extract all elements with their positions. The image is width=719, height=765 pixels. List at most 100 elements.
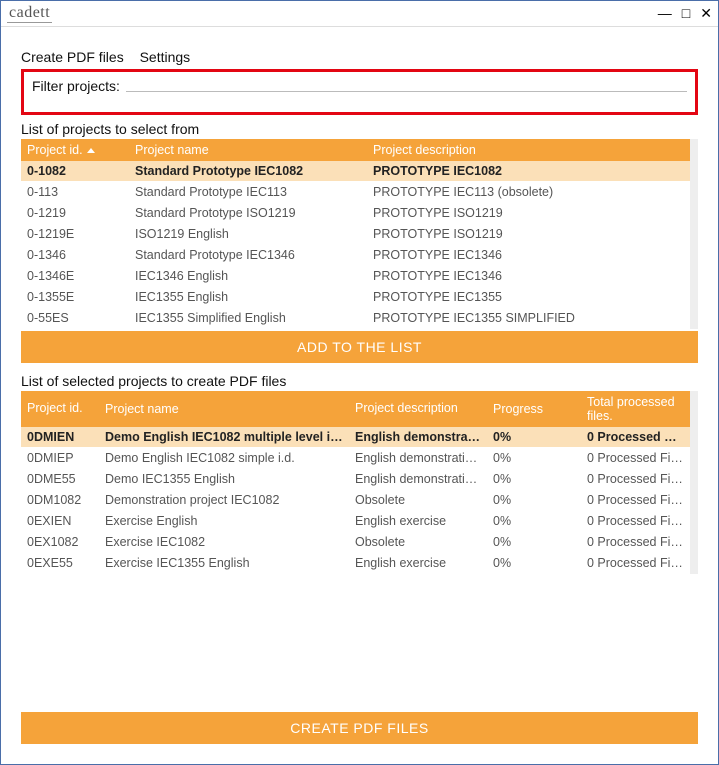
cell-name: Standard Prototype ISO1219	[129, 203, 367, 223]
cell-id: 0EXIEN	[21, 511, 99, 531]
available-projects-title: List of projects to select from	[21, 121, 698, 137]
cell-progress: 0%	[487, 511, 581, 531]
cell-name: Standard Prototype IEC113	[129, 182, 367, 202]
table-row[interactable]: 0-1082Standard Prototype IEC1082PROTOTYP…	[21, 161, 690, 182]
cell-name: Demo English IEC1082 simple i.d.	[99, 448, 349, 468]
filter-projects-box: Filter projects:	[21, 69, 698, 115]
table-row[interactable]: 0EX1082Exercise IEC1082Obsolete0%0 Proce…	[21, 532, 690, 553]
cell-id: 0-55ES	[21, 308, 129, 328]
available-projects-table: Project id. Project name Project descrip…	[21, 139, 698, 329]
table-row[interactable]: 0-1355EIEC1355 EnglishPROTOTYPE IEC1355	[21, 287, 690, 308]
table-row[interactable]: 0-1346EIEC1346 EnglishPROTOTYPE IEC1346	[21, 266, 690, 287]
maximize-icon[interactable]: □	[682, 5, 690, 22]
cell-name: Standard Prototype IEC1346	[129, 245, 367, 265]
cell-name: Demo IEC1355 English	[99, 469, 349, 489]
cell-name: Demonstration project IEC1082	[99, 490, 349, 510]
cell-progress: 0%	[487, 532, 581, 552]
cell-id: 0EXE55	[21, 553, 99, 573]
cell-id: 0DME55	[21, 469, 99, 489]
cell-name: IEC1346 English	[129, 266, 367, 286]
table-row[interactable]: 0DM1082Demonstration project IEC1082Obso…	[21, 490, 690, 511]
cell-name: Standard Prototype IEC1082	[129, 161, 367, 181]
titlebar: cadett — □ ✕	[1, 1, 718, 27]
cell-progress: 0%	[487, 469, 581, 489]
create-pdf-files-button[interactable]: CREATE PDF FILES	[21, 712, 698, 744]
cell-desc: PROTOTYPE IEC1355 SIMPLIFIED	[367, 308, 690, 328]
cell-progress: 0%	[487, 427, 581, 447]
cell-total: 0 Processed Files.	[581, 469, 690, 489]
table-row[interactable]: 0DMIENDemo English IEC1082 multiple leve…	[21, 427, 690, 448]
col2-progress[interactable]: Progress	[487, 398, 581, 420]
cell-total: 0 Processed Files.	[581, 490, 690, 510]
table-row[interactable]: 0-55ESIEC1355 Simplified EnglishPROTOTYP…	[21, 308, 690, 329]
menu-settings[interactable]: Settings	[140, 49, 191, 65]
cell-progress: 0%	[487, 448, 581, 468]
menubar: Create PDF files Settings	[21, 49, 698, 65]
cell-desc: Obsolete	[349, 490, 487, 510]
cell-id: 0EX1082	[21, 532, 99, 552]
cell-name: Exercise IEC1355 English	[99, 553, 349, 573]
filter-input[interactable]	[126, 91, 687, 92]
cell-desc: PROTOTYPE IEC1355	[367, 287, 690, 307]
cell-name: ISO1219 English	[129, 224, 367, 244]
cell-id: 0-1355E	[21, 287, 129, 307]
table-row[interactable]: 0EXE55Exercise IEC1355 EnglishEnglish ex…	[21, 553, 690, 574]
table-row[interactable]: 0-1219Standard Prototype ISO1219PROTOTYP…	[21, 203, 690, 224]
cell-progress: 0%	[487, 490, 581, 510]
app-logo: cadett	[7, 4, 52, 23]
close-icon[interactable]: ✕	[700, 5, 712, 22]
col-project-id[interactable]: Project id.	[21, 139, 129, 161]
cell-name: Exercise IEC1082	[99, 532, 349, 552]
cell-total: 0 Processed Files.	[581, 448, 690, 468]
cell-name: IEC1355 Simplified English	[129, 308, 367, 328]
table-row[interactable]: 0-1219EISO1219 EnglishPROTOTYPE ISO1219	[21, 224, 690, 245]
menu-create-pdf[interactable]: Create PDF files	[21, 49, 124, 65]
cell-id: 0-1346	[21, 245, 129, 265]
cell-desc: English demonstrati…	[349, 427, 487, 447]
cell-desc: PROTOTYPE ISO1219	[367, 203, 690, 223]
cell-id: 0-1082	[21, 161, 129, 181]
cell-name: Exercise English	[99, 511, 349, 531]
minimize-icon[interactable]: —	[658, 5, 672, 22]
cell-desc: English exercise	[349, 553, 487, 573]
cell-desc: English demonstrati…	[349, 469, 487, 489]
table-row[interactable]: 0-113Standard Prototype IEC113PROTOTYPE …	[21, 182, 690, 203]
cell-desc: PROTOTYPE IEC1346	[367, 245, 690, 265]
table-row[interactable]: 0EXIENExercise EnglishEnglish exercise0%…	[21, 511, 690, 532]
cell-total: 0 Processed Files.	[581, 511, 690, 531]
cell-total: 0 Processed Files.	[581, 427, 690, 447]
cell-desc: Obsolete	[349, 532, 487, 552]
app-window: cadett — □ ✕ Create PDF files Settings F…	[0, 0, 719, 765]
cell-id: 0-113	[21, 182, 129, 202]
cell-desc: PROTOTYPE IEC1346	[367, 266, 690, 286]
selected-projects-table: Project id. Project name Project descrip…	[21, 391, 698, 574]
col-project-name[interactable]: Project name	[129, 139, 367, 161]
table-row[interactable]: 0-1346Standard Prototype IEC1346PROTOTYP…	[21, 245, 690, 266]
table-row[interactable]: 0DMIEPDemo English IEC1082 simple i.d.En…	[21, 448, 690, 469]
cell-id: 0DM1082	[21, 490, 99, 510]
cell-id: 0DMIEP	[21, 448, 99, 468]
table-row[interactable]: 0DME55Demo IEC1355 EnglishEnglish demons…	[21, 469, 690, 490]
cell-id: 0DMIEN	[21, 427, 99, 447]
cell-id: 0-1219E	[21, 224, 129, 244]
col2-project-id[interactable]: Project id.	[21, 398, 99, 419]
cell-desc: English exercise	[349, 511, 487, 531]
col2-total[interactable]: Total processed files.	[581, 391, 690, 427]
cell-desc: English demonstrati…	[349, 448, 487, 468]
cell-desc: PROTOTYPE IEC113 (obsolete)	[367, 182, 690, 202]
cell-id: 0-1346E	[21, 266, 129, 286]
sort-asc-icon	[87, 148, 95, 153]
cell-progress: 0%	[487, 553, 581, 573]
selected-projects-title: List of selected projects to create PDF …	[21, 373, 698, 389]
add-to-list-button[interactable]: ADD TO THE LIST	[21, 331, 698, 363]
col2-project-name[interactable]: Project name	[99, 398, 349, 420]
col-project-desc[interactable]: Project description	[367, 139, 690, 161]
col2-project-desc[interactable]: Project description	[349, 398, 487, 419]
cell-total: 0 Processed Files.	[581, 532, 690, 552]
cell-name: Demo English IEC1082 multiple level i.d.	[99, 427, 349, 447]
filter-label: Filter projects:	[32, 78, 120, 94]
cell-desc: PROTOTYPE IEC1082	[367, 161, 690, 181]
available-header-row: Project id. Project name Project descrip…	[21, 139, 690, 161]
cell-desc: PROTOTYPE ISO1219	[367, 224, 690, 244]
cell-name: IEC1355 English	[129, 287, 367, 307]
